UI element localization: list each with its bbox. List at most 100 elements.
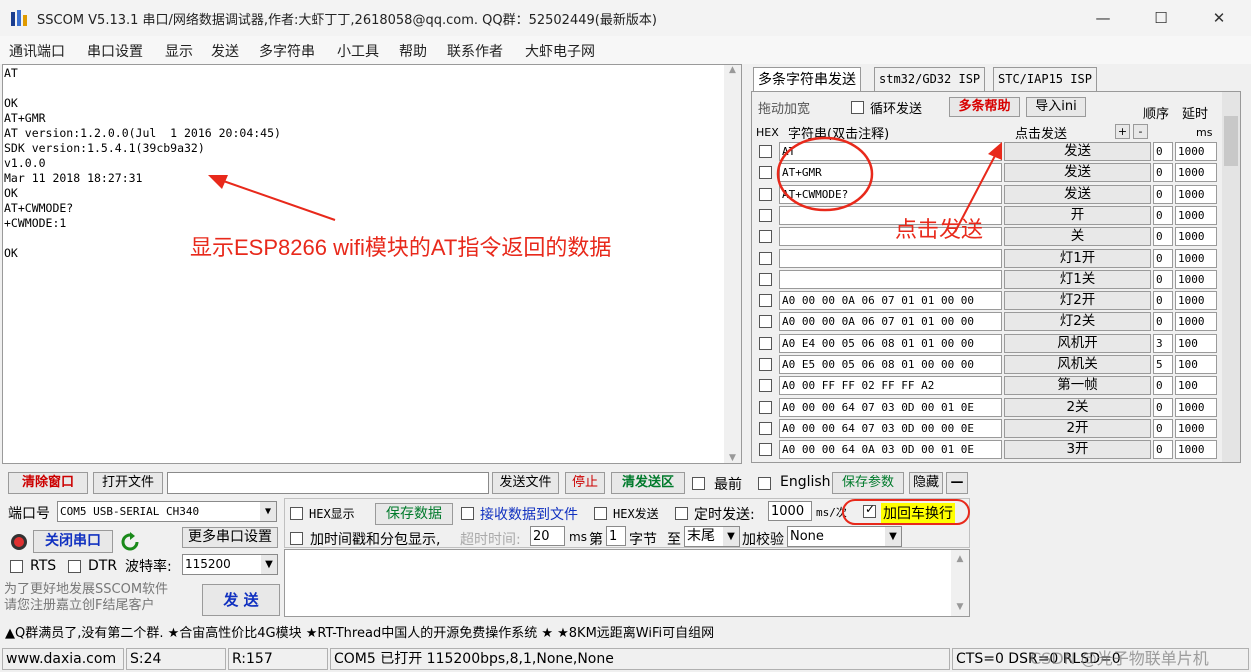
row-hex-checkbox[interactable] [759, 422, 772, 435]
row-hex-checkbox[interactable] [759, 273, 772, 286]
more-port-settings-button[interactable]: 更多串口设置 [182, 527, 278, 548]
send-scrollbar[interactable]: ▲ ▼ [951, 550, 969, 616]
row-order-input[interactable]: 0 [1153, 419, 1173, 438]
nth-byte-input[interactable]: 1 [606, 526, 626, 546]
send-text-input[interactable] [284, 549, 970, 617]
menu-send[interactable]: 发送 [211, 41, 239, 61]
row-send-button[interactable]: 灯2关 [1004, 312, 1151, 331]
port-select[interactable]: COM5 USB-SERIAL CH340 ▼ [57, 501, 277, 522]
row-string-input[interactable] [779, 249, 1002, 268]
dtr-checkbox[interactable] [68, 560, 81, 573]
row-send-button[interactable]: 发送 [1004, 185, 1151, 204]
row-send-button[interactable]: 开 [1004, 206, 1151, 225]
checksum-select[interactable]: None ▼ [787, 526, 902, 547]
timed-send-checkbox[interactable] [675, 507, 688, 520]
row-delay-input[interactable]: 1000 [1175, 227, 1217, 246]
row-delay-input[interactable]: 1000 [1175, 312, 1217, 331]
row-delay-input[interactable]: 1000 [1175, 206, 1217, 225]
timed-interval-input[interactable]: 1000 [768, 501, 812, 521]
ticker-text[interactable]: ▲Q群满员了,没有第二个群. ★合宙高性价比4G模块 ★RT-Thread中国人… [5, 622, 714, 641]
row-delay-input[interactable]: 1000 [1175, 185, 1217, 204]
recv-to-file-checkbox[interactable] [461, 507, 474, 520]
baud-select[interactable]: 115200 ▼ [182, 554, 278, 575]
save-params-button[interactable]: 保存参数 [832, 472, 904, 494]
row-delay-input[interactable]: 100 [1175, 355, 1217, 374]
row-order-input[interactable]: 0 [1153, 142, 1173, 161]
row-string-input[interactable]: A0 00 00 64 0A 03 0D 00 01 0E [779, 440, 1002, 459]
row-hex-checkbox[interactable] [759, 358, 772, 371]
row-hex-checkbox[interactable] [759, 401, 772, 414]
row-send-button[interactable]: 3开 [1004, 440, 1151, 459]
tab-stm32-isp[interactable]: stm32/GD32 ISP [874, 67, 986, 91]
row-hex-checkbox[interactable] [759, 294, 772, 307]
menu-display[interactable]: 显示 [165, 41, 193, 61]
row-order-input[interactable]: 0 [1153, 163, 1173, 182]
menu-comm-port[interactable]: 通讯端口 [9, 41, 65, 61]
minimize-button[interactable]: — [1080, 4, 1126, 32]
tab-stc-isp[interactable]: STC/IAP15 ISP [993, 67, 1097, 91]
row-order-input[interactable]: 0 [1153, 227, 1173, 246]
row-order-input[interactable]: 5 [1153, 355, 1173, 374]
close-button[interactable]: ✕ [1196, 4, 1242, 32]
row-string-input[interactable]: A0 00 00 64 07 03 0D 00 01 0E [779, 398, 1002, 417]
row-string-input[interactable]: A0 00 00 0A 06 07 01 01 00 00 [779, 312, 1002, 331]
row-delay-input[interactable]: 1000 [1175, 419, 1217, 438]
collapse-button[interactable]: — [946, 472, 968, 494]
promo-text[interactable]: 为了更好地发展SSCOM软件 请您注册嘉立创F结尾客户 [4, 582, 168, 614]
hide-button[interactable]: 隐藏 [909, 472, 943, 494]
row-send-button[interactable]: 发送 [1004, 163, 1151, 182]
menu-help[interactable]: 帮助 [399, 41, 427, 61]
row-send-button[interactable]: 关 [1004, 227, 1151, 246]
menu-contact-author[interactable]: 联系作者 [447, 41, 503, 61]
menu-daxia-site[interactable]: 大虾电子网 [525, 41, 595, 61]
english-checkbox[interactable] [758, 477, 771, 490]
row-hex-checkbox[interactable] [759, 209, 772, 222]
remove-row-button[interactable]: - [1133, 124, 1148, 139]
close-port-button[interactable]: 关闭串口 [33, 530, 113, 553]
row-string-input[interactable]: A0 00 00 64 07 03 0D 00 00 0E [779, 419, 1002, 438]
row-hex-checkbox[interactable] [759, 443, 772, 456]
row-delay-input[interactable]: 1000 [1175, 440, 1217, 459]
row-delay-input[interactable]: 100 [1175, 376, 1217, 395]
row-order-input[interactable]: 0 [1153, 440, 1173, 459]
drag-widen-label[interactable]: 拖动加宽 [758, 98, 810, 117]
row-hex-checkbox[interactable] [759, 252, 772, 265]
row-delay-input[interactable]: 1000 [1175, 398, 1217, 417]
multi-scrollbar[interactable] [1222, 92, 1240, 462]
row-send-button[interactable]: 发送 [1004, 142, 1151, 161]
row-string-input[interactable]: A0 E5 00 05 06 08 01 00 00 00 [779, 355, 1002, 374]
row-order-input[interactable]: 0 [1153, 398, 1173, 417]
hex-send-checkbox[interactable] [594, 507, 607, 520]
row-delay-input[interactable]: 1000 [1175, 142, 1217, 161]
clear-send-button[interactable]: 清发送区 [611, 472, 685, 494]
row-hex-checkbox[interactable] [759, 315, 772, 328]
row-string-input[interactable]: A0 00 00 0A 06 07 01 01 00 00 [779, 291, 1002, 310]
row-hex-checkbox[interactable] [759, 166, 772, 179]
send-button[interactable]: 发 送 [202, 584, 280, 616]
add-row-button[interactable]: + [1115, 124, 1130, 139]
menu-tools[interactable]: 小工具 [337, 41, 379, 61]
row-order-input[interactable]: 0 [1153, 249, 1173, 268]
row-string-input[interactable]: A0 E4 00 05 06 08 01 01 00 00 [779, 334, 1002, 353]
row-delay-input[interactable]: 1000 [1175, 249, 1217, 268]
send-file-button[interactable]: 发送文件 [492, 472, 559, 494]
menu-multi-string[interactable]: 多字符串 [259, 41, 315, 61]
row-hex-checkbox[interactable] [759, 188, 772, 201]
row-send-button[interactable]: 灯2开 [1004, 291, 1151, 310]
stop-button[interactable]: 停止 [565, 472, 605, 494]
file-path-input[interactable] [167, 472, 489, 494]
row-delay-input[interactable]: 100 [1175, 334, 1217, 353]
row-order-input[interactable]: 3 [1153, 334, 1173, 353]
save-data-button[interactable]: 保存数据 [375, 503, 453, 525]
row-send-button[interactable]: 灯1开 [1004, 249, 1151, 268]
to-select[interactable]: 末尾 ▼ [684, 526, 740, 547]
refresh-icon[interactable] [120, 532, 140, 552]
maximize-button[interactable]: ☐ [1138, 4, 1184, 32]
row-order-input[interactable]: 0 [1153, 291, 1173, 310]
status-website[interactable]: www.daxia.com [2, 648, 124, 670]
row-hex-checkbox[interactable] [759, 379, 772, 392]
row-delay-input[interactable]: 1000 [1175, 270, 1217, 289]
row-send-button[interactable]: 灯1关 [1004, 270, 1151, 289]
hex-display-checkbox[interactable] [290, 507, 303, 520]
row-delay-input[interactable]: 1000 [1175, 291, 1217, 310]
